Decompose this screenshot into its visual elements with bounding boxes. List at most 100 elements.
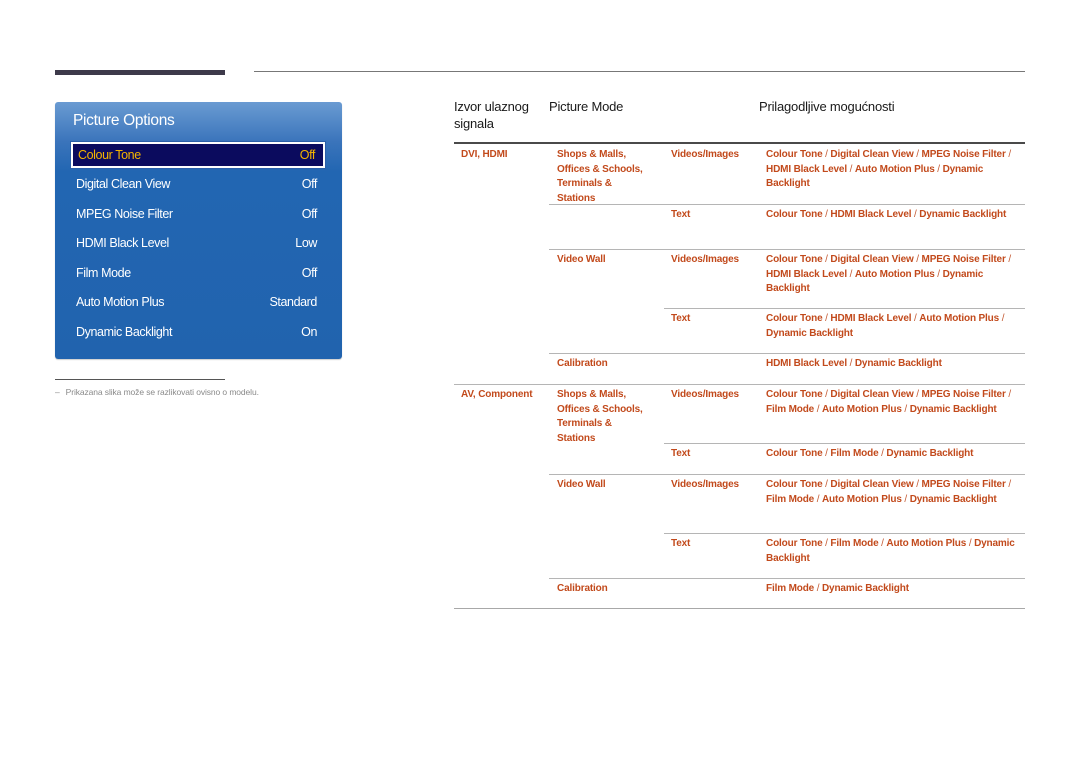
footnote: – Prikazana slika može se razlikovati ovi… <box>55 387 259 397</box>
option-name: Digital Clean View <box>830 479 914 490</box>
option-name: Colour Tone <box>766 538 823 549</box>
mode-text: Text <box>671 209 691 220</box>
option-name: Colour Tone <box>766 149 823 160</box>
option-name: HDMI Black Level <box>830 313 912 324</box>
mode-videos-images: Videos/Images <box>671 479 739 490</box>
group-divider <box>454 384 1025 385</box>
option-separator: / <box>934 268 943 280</box>
row-divider <box>549 353 1025 354</box>
menu-item-auto-motion-plus[interactable]: Auto Motion Plus Standard <box>71 289 325 315</box>
use-calibration: Calibration <box>557 358 608 369</box>
option-name: Colour Tone <box>766 479 823 490</box>
option-name: HDMI Black Level <box>830 209 912 220</box>
option-separator: / <box>999 313 1005 324</box>
source-dvi-hdmi: DVI, HDMI <box>461 149 508 160</box>
menu-item-digital-clean-view[interactable]: Digital Clean View Off <box>71 171 325 197</box>
option-name: MPEG Noise Filter <box>921 389 1006 400</box>
option-name: Dynamic Backlight <box>886 448 974 459</box>
header-source-line1: Izvor ulaznog <box>454 99 529 114</box>
option-separator: / <box>846 268 855 280</box>
option-name: Colour Tone <box>766 448 823 459</box>
options-list: Film Mode / Dynamic Backlight <box>766 582 1016 597</box>
options-list: Colour Tone / Digital Clean View / MPEG … <box>766 388 1016 417</box>
use-line: Terminals & <box>557 178 612 190</box>
use-shops-malls: Shops & Malls, Offices & Schools, Termin… <box>557 388 662 446</box>
use-line: Stations <box>557 432 596 444</box>
use-line: Offices & Schools, <box>557 403 643 415</box>
use-line: Terminals & <box>557 418 612 430</box>
option-name: MPEG Noise Filter <box>921 479 1006 490</box>
menu-item-label: Digital Clean View <box>76 177 171 191</box>
option-name: Auto Motion Plus <box>854 268 935 280</box>
row-divider <box>664 443 1025 444</box>
picture-options-panel: Picture Options Colour Tone Off Digital … <box>55 102 342 359</box>
option-name: Dynamic Backlight <box>766 327 853 339</box>
menu-item-dynamic-backlight[interactable]: Dynamic Backlight On <box>71 319 325 345</box>
mode-videos-images: Videos/Images <box>671 389 739 400</box>
option-name: Film Mode <box>830 538 879 549</box>
option-separator: / <box>1005 254 1011 265</box>
use-line: Shops & Malls, <box>557 389 627 400</box>
menu-item-value: Low <box>295 236 317 250</box>
option-separator: / <box>901 403 910 415</box>
mode-videos-images: Videos/Images <box>671 149 739 160</box>
row-divider <box>549 249 1025 250</box>
menu-item-label: Auto Motion Plus <box>76 295 165 309</box>
use-line: Shops & Malls, <box>557 149 627 160</box>
menu-item-value: Off <box>301 266 318 280</box>
menu-item-hdmi-black-level[interactable]: HDMI Black Level Low <box>71 230 325 256</box>
option-name: HDMI Black Level <box>766 163 847 175</box>
row-divider <box>549 578 1025 579</box>
menu-item-colour-tone[interactable]: Colour Tone Off <box>70 141 326 169</box>
option-separator: / <box>1005 479 1011 490</box>
mode-text: Text <box>671 313 691 324</box>
option-name: Auto Motion Plus <box>821 403 902 415</box>
option-separator: / <box>846 358 855 369</box>
use-video-wall: Video Wall <box>557 479 606 490</box>
footnote-divider <box>55 379 225 380</box>
menu-item-value: Off <box>301 207 318 221</box>
option-name: Film Mode <box>766 583 815 594</box>
option-name: Dynamic Backlight <box>909 403 997 415</box>
option-name: HDMI Black Level <box>766 268 847 280</box>
option-separator: / <box>901 493 910 505</box>
use-line: Offices & Schools, <box>557 163 643 175</box>
option-separator: / <box>913 149 922 160</box>
option-name: Colour Tone <box>766 313 823 324</box>
option-name: Digital Clean View <box>830 149 914 160</box>
mode-text: Text <box>671 448 691 459</box>
header-source: Izvor ulaznog signala <box>454 98 529 132</box>
option-name: Digital Clean View <box>830 254 914 265</box>
option-name: Dynamic Backlight <box>821 583 909 594</box>
option-name: Auto Motion Plus <box>854 163 935 175</box>
option-separator: / <box>1005 149 1011 160</box>
options-list: Colour Tone / Film Mode / Dynamic Backli… <box>766 447 1016 462</box>
option-name: Dynamic Backlight <box>909 493 997 505</box>
option-name: Colour Tone <box>766 389 823 400</box>
option-separator: / <box>1005 389 1011 400</box>
chapter-bar <box>55 70 225 75</box>
row-divider <box>549 204 1025 205</box>
row-divider <box>664 533 1025 534</box>
options-list: Colour Tone / Digital Clean View / MPEG … <box>766 478 1016 507</box>
menu-item-film-mode[interactable]: Film Mode Off <box>71 260 325 286</box>
option-separator: / <box>814 583 822 594</box>
option-name: Dynamic Backlight <box>854 358 942 369</box>
option-name: Film Mode <box>766 403 815 415</box>
row-divider <box>549 474 1025 475</box>
option-name: Auto Motion Plus <box>919 313 1000 324</box>
option-separator: / <box>913 389 922 400</box>
source-av-component: AV, Component <box>461 389 533 400</box>
options-list: Colour Tone / Digital Clean View / MPEG … <box>766 148 1016 192</box>
menu-item-mpeg-noise-filter[interactable]: MPEG Noise Filter Off <box>71 201 325 227</box>
option-name: MPEG Noise Filter <box>921 149 1006 160</box>
menu-item-label: Colour Tone <box>78 148 141 162</box>
option-separator: / <box>846 163 855 175</box>
option-name: MPEG Noise Filter <box>921 254 1006 265</box>
mode-text: Text <box>671 538 691 549</box>
use-calibration: Calibration <box>557 583 608 594</box>
option-separator: / <box>913 254 922 265</box>
menu-item-value: Off <box>299 148 316 162</box>
option-name: Colour Tone <box>766 254 823 265</box>
header-source-line2: signala <box>454 116 494 131</box>
